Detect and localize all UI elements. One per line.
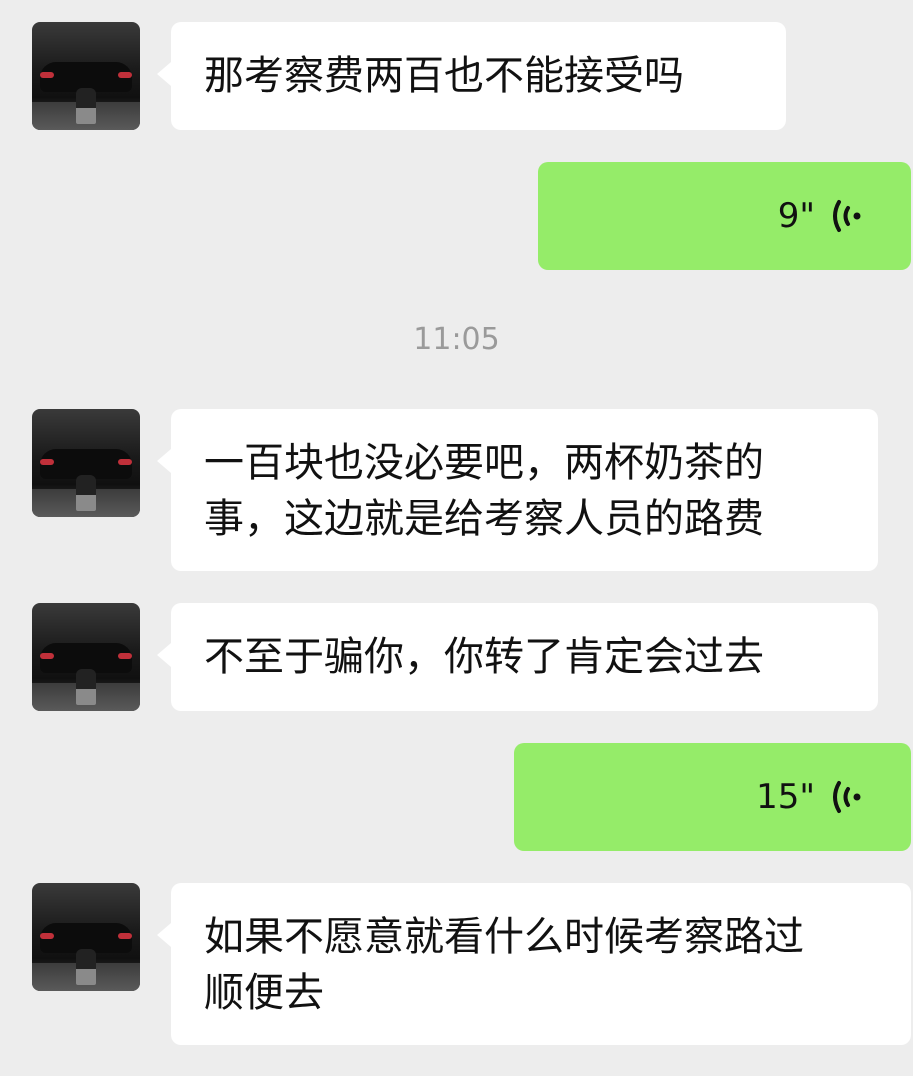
outgoing-voice-message[interactable]: 15": [514, 743, 911, 851]
message-text: 如果不愿意就看什么时候考察路过 顺便去: [204, 914, 804, 1016]
voice-wave-icon: [833, 200, 861, 232]
incoming-message-bubble[interactable]: 那考察费两百也不能接受吗: [157, 22, 786, 130]
incoming-message-bubble[interactable]: 一百块也没必要吧，两杯奶茶的 事，这边就是给考察人员的路费: [157, 409, 878, 571]
message-text: 不至于骗你，你转了肯定会过去: [204, 634, 764, 680]
timestamp: 11:05: [413, 322, 500, 357]
incoming-message-bubble[interactable]: 如果不愿意就看什么时候考察路过 顺便去: [157, 883, 911, 1045]
message-text: 一百块也没必要吧，两杯奶茶的 事，这边就是给考察人员的路费: [204, 440, 764, 542]
voice-duration: 9": [777, 196, 815, 236]
voice-duration: 15": [756, 777, 815, 817]
contact-avatar[interactable]: [32, 22, 140, 130]
outgoing-voice-message[interactable]: 9": [538, 162, 911, 270]
contact-avatar[interactable]: [32, 409, 140, 517]
message-text: 那考察费两百也不能接受吗: [204, 53, 684, 99]
voice-wave-icon: [833, 781, 861, 813]
contact-avatar[interactable]: [32, 883, 140, 991]
contact-avatar[interactable]: [32, 603, 140, 711]
incoming-message-bubble[interactable]: 不至于骗你，你转了肯定会过去: [157, 603, 878, 711]
